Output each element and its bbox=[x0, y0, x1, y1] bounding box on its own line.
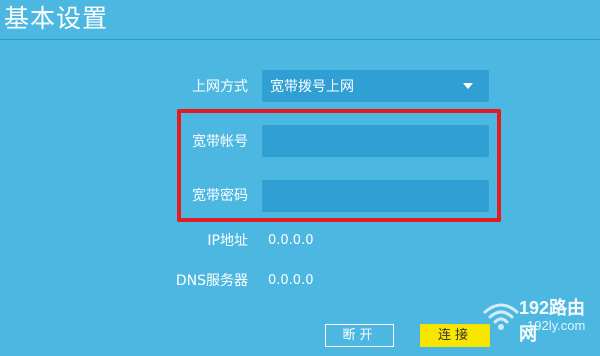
ip-value: 0.0.0.0 bbox=[268, 233, 314, 248]
connection-type-value: 宽带拨号上网 bbox=[270, 79, 354, 95]
title-divider bbox=[0, 39, 600, 40]
account-input[interactable] bbox=[262, 125, 489, 157]
password-label: 宽带密码 bbox=[192, 188, 248, 204]
connection-type-label: 上网方式 bbox=[192, 79, 248, 95]
dns-label: DNS服务器 bbox=[175, 273, 248, 289]
watermark-url: 192ly.com bbox=[527, 318, 586, 333]
watermark-brand: 192路由网 bbox=[519, 298, 586, 344]
disconnect-button[interactable]: 断开 bbox=[325, 324, 394, 347]
ip-label: IP地址 bbox=[207, 233, 248, 249]
connect-button[interactable]: 连接 bbox=[420, 324, 490, 347]
page-title: 基本设置 bbox=[4, 4, 109, 33]
caret-down-icon bbox=[463, 83, 473, 89]
dns-value: 0.0.0.0 bbox=[268, 273, 314, 288]
watermark: 192路由网 192ly.com bbox=[481, 294, 599, 354]
password-input[interactable] bbox=[262, 180, 489, 212]
connection-type-select[interactable]: 宽带拨号上网 bbox=[262, 70, 489, 102]
account-label: 宽带帐号 bbox=[192, 134, 248, 150]
